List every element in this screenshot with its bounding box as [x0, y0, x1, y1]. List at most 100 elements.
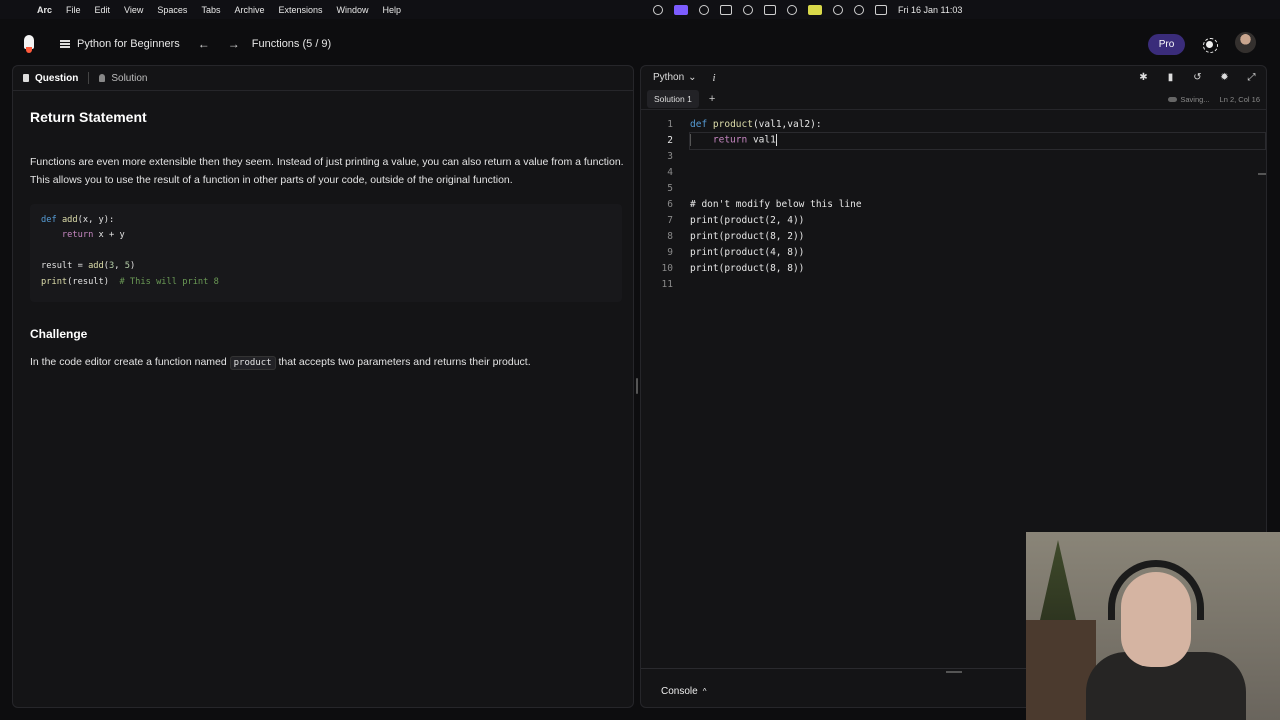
menu-archive[interactable]: Archive — [227, 5, 271, 15]
menu-bar: Arc File Edit View Spaces Tabs Archive E… — [0, 0, 1280, 19]
screen-record-icon[interactable] — [674, 4, 688, 15]
challenge-heading: Challenge — [30, 327, 88, 341]
document-icon — [23, 74, 29, 82]
menu-extensions[interactable]: Extensions — [271, 5, 329, 15]
battery-icon[interactable] — [808, 4, 822, 15]
wifi-icon[interactable] — [833, 4, 843, 15]
question-tabs: Question Solution — [13, 66, 633, 91]
pro-button[interactable]: Pro — [1148, 34, 1185, 55]
code-line: 9 print(product(4, 8)) — [641, 244, 1266, 260]
text-cursor — [775, 134, 777, 146]
menubar-clock[interactable]: Fri 16 Jan 11:03 — [898, 5, 962, 15]
line-number: 4 — [667, 166, 673, 178]
play-icon[interactable] — [743, 4, 753, 15]
display-icon[interactable] — [764, 4, 776, 15]
menu-help[interactable]: Help — [376, 5, 409, 15]
example-code-block: def add(x, y): return x + y result = add… — [30, 204, 622, 302]
add-solution-button[interactable]: + — [709, 93, 715, 105]
line-text: print(product(8, 8)) — [690, 262, 805, 274]
code-line: 5 — [641, 180, 1266, 196]
code-token: ) — [129, 261, 136, 272]
tab-question-label: Question — [35, 72, 79, 84]
code-token: (result) — [67, 276, 120, 287]
scrollbar[interactable] — [1258, 173, 1266, 175]
control-center-icon[interactable] — [875, 4, 887, 15]
code-line: 3 — [641, 148, 1266, 164]
code-line: 10 print(product(8, 8)) — [641, 260, 1266, 276]
rocket-logo-icon[interactable] — [21, 35, 37, 53]
line-number: 11 — [661, 278, 673, 290]
expand-icon[interactable]: ⤢ — [1246, 72, 1257, 83]
arrow-right-icon[interactable]: → — [228, 37, 240, 51]
tab-solution[interactable]: Solution — [89, 66, 157, 91]
question-panel: Question Solution Return Statement Funct… — [12, 65, 634, 708]
menu-view[interactable]: View — [117, 5, 150, 15]
course-title: Python for Beginners — [77, 38, 180, 50]
search-icon[interactable] — [854, 4, 864, 15]
status-icon[interactable] — [720, 4, 732, 15]
code-token: x + y — [93, 230, 125, 241]
tab-solution-1[interactable]: Solution 1 — [647, 90, 699, 108]
headphones-icon[interactable] — [787, 4, 797, 15]
saving-status: Saving... — [1168, 95, 1210, 104]
inline-code: product — [229, 356, 276, 370]
menu-app[interactable]: Arc — [30, 5, 59, 15]
chevron-up-icon: ^ — [702, 687, 707, 696]
status-icon[interactable] — [699, 4, 709, 15]
challenge-text-part: that accepts two parameters and returns … — [275, 356, 531, 368]
tab-question[interactable]: Question — [13, 66, 88, 91]
line-text: return val1 — [712, 134, 777, 146]
panel-resize-handle[interactable] — [636, 378, 638, 394]
app-topbar: Python for Beginners ← → Functions (5 / … — [0, 27, 1280, 61]
language-label: Python — [653, 72, 685, 83]
webcam-overlay — [1026, 532, 1280, 720]
code-token: add — [88, 261, 104, 272]
menu-window[interactable]: Window — [330, 5, 376, 15]
challenge-text: In the code editor create a function nam… — [30, 353, 624, 372]
code-line-active: 2 return val1 — [641, 132, 1266, 150]
code-token: add — [61, 215, 78, 225]
line-number: 1 — [667, 118, 673, 130]
console-resize-handle[interactable] — [946, 671, 962, 673]
info-icon[interactable]: i — [713, 72, 716, 84]
editor-actions: ✱ ▮ ↺ ✹ ⤢ — [1138, 72, 1266, 83]
line-text: print(product(8, 2)) — [690, 230, 805, 242]
course-menu[interactable]: Python for Beginners — [60, 38, 180, 50]
trash-icon[interactable]: ▮ — [1165, 72, 1176, 83]
line-number: 10 — [661, 262, 673, 274]
avatar[interactable] — [1235, 32, 1256, 53]
theme-toggle-icon[interactable] — [1203, 38, 1218, 53]
console-toggle[interactable]: Console ^ — [661, 686, 706, 697]
solution-tabs: Solution 1 + Saving... Ln 2, Col 16 — [641, 89, 1266, 110]
line-number: 8 — [667, 230, 673, 242]
menu-edit[interactable]: Edit — [88, 5, 118, 15]
status-icon[interactable] — [653, 4, 663, 15]
line-text: print(product(4, 8)) — [690, 246, 805, 258]
menu-file[interactable]: File — [59, 5, 88, 15]
line-number: 2 — [667, 134, 673, 146]
lightbulb-icon — [99, 74, 106, 82]
reset-icon[interactable]: ↺ — [1192, 72, 1203, 83]
lesson-progress[interactable]: Functions (5 / 9) — [252, 38, 331, 50]
menu-icon — [60, 40, 70, 48]
code-token: print — [41, 276, 68, 287]
code-token: # This will print 8 — [119, 276, 219, 287]
code-editor[interactable]: 1 def product(val1,val2): 2 return val1 3… — [641, 110, 1266, 292]
code-token: return — [61, 230, 94, 241]
line-number: 7 — [667, 214, 673, 226]
code-line: 7 print(product(2, 4)) — [641, 212, 1266, 228]
gear-icon[interactable]: ✹ — [1219, 72, 1230, 83]
cloud-icon — [1168, 96, 1178, 102]
bug-icon[interactable]: ✱ — [1138, 72, 1149, 83]
line-number: 6 — [667, 198, 673, 210]
editor-toolbar: Python ⌄ i ✱ ▮ ↺ ✹ ⤢ — [641, 66, 1266, 89]
lesson-paragraph: Functions are even more extensible then … — [30, 156, 624, 186]
menu-spaces[interactable]: Spaces — [150, 5, 194, 15]
line-text: print(product(2, 4)) — [690, 214, 805, 226]
language-select[interactable]: Python ⌄ — [653, 72, 697, 83]
code-line: 11 — [641, 276, 1266, 292]
menu-tabs[interactable]: Tabs — [194, 5, 227, 15]
editor-status: Saving... Ln 2, Col 16 — [1168, 95, 1266, 104]
arrow-left-icon[interactable]: ← — [198, 37, 210, 51]
